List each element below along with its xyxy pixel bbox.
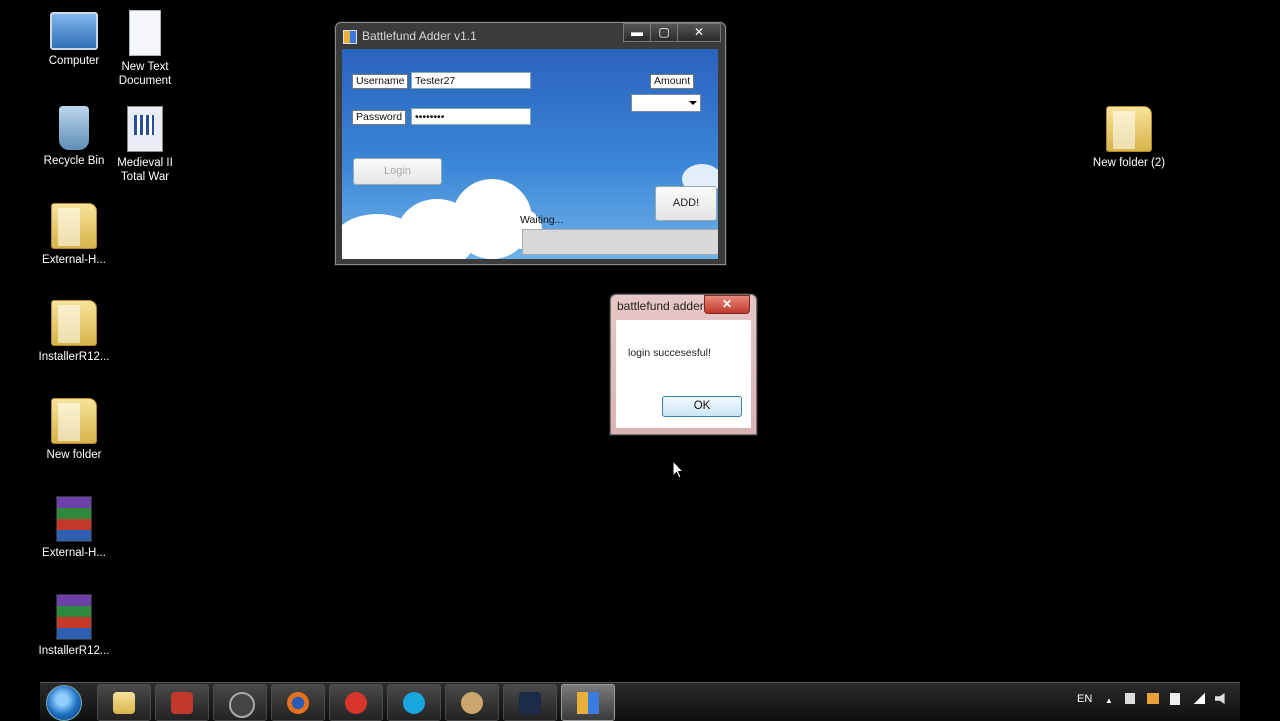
chevron-down-icon [689,101,697,105]
message-box-body: login succesesful! OK [616,320,751,428]
taskbar-ccleaner[interactable] [329,684,383,721]
language-indicator[interactable]: EN [1077,693,1092,705]
desktop-icon-label: Computer [48,55,100,67]
desktop-icon-new-folder-2[interactable]: New folder (2) [1092,106,1166,170]
desktop-icon-label: New Text Document [118,61,172,87]
recycle-bin-icon [59,106,89,150]
folder-icon [51,300,97,346]
volume-icon[interactable] [1215,693,1225,704]
desktop-icon-label: External-H... [42,547,106,559]
folder-icon [51,203,97,249]
mcafee-icon [171,692,193,714]
battlefund-adder-window[interactable]: Battlefund Adder v1.1 ▬ ▢ ✕ Username Tes… [335,22,726,265]
desktop-icon-installer-rar[interactable]: InstallerR12... [37,594,111,658]
taskbar-explorer[interactable] [97,684,151,721]
action-center-flag-icon[interactable] [1125,693,1135,704]
desktop-icon-label: Medieval II Total War [117,157,173,183]
username-field[interactable]: Tester27 [411,72,531,89]
taskbar-firefox[interactable] [271,684,325,721]
ok-button[interactable]: OK [662,396,742,417]
desktop-icon-installer-folder[interactable]: InstallerR12... [37,300,111,364]
message-box-title: battlefund adder [617,299,704,313]
message-box-close-button[interactable]: ✕ [704,295,750,314]
computer-icon [50,12,98,50]
steam-icon [229,692,255,718]
text-document-icon [129,10,161,56]
desktop-icon-label: New folder (2) [1092,157,1166,169]
desktop-icon-medieval-ii[interactable]: Medieval II Total War [108,106,182,184]
folder-icon [1106,106,1152,152]
folder-icon [113,692,135,714]
taskbar-webcam[interactable] [503,684,557,721]
show-hidden-icons-button[interactable]: ▲ [1105,696,1113,705]
desktop-icon-new-text-document[interactable]: New Text Document [108,10,182,88]
skype-icon [403,692,425,714]
maximize-button[interactable]: ▢ [650,23,678,42]
desktop-icon-external-h-rar[interactable]: External-H... [37,496,111,560]
add-button[interactable]: ADD! [655,186,717,221]
taskbar: EN ▲ [40,682,1240,721]
window-client-area: Username Tester27 Password •••••••• Amou… [342,49,718,259]
desktop-icon-recycle-bin[interactable]: Recycle Bin [37,106,111,168]
minimize-button[interactable]: ▬ [623,23,651,42]
taskbar-paint[interactable] [445,684,499,721]
message-box[interactable]: battlefund adder ✕ login succesesful! OK [610,294,757,435]
power-icon[interactable] [1170,693,1180,705]
password-label: Password [352,110,407,125]
message-text: login succesesful! [628,347,711,359]
desktop-icon-label: External-H... [42,254,106,266]
ccleaner-icon [345,692,367,714]
desktop-icon-computer[interactable]: Computer [37,12,111,68]
progress-bar [522,229,718,255]
game-shortcut-icon [127,106,163,152]
amount-label: Amount [650,74,695,89]
status-text: Waiting... [520,214,564,226]
tray-app-icon[interactable] [1147,693,1159,704]
desktop-icon-new-folder[interactable]: New folder [37,398,111,462]
desktop-icon-external-h-folder[interactable]: External-H... [37,203,111,267]
desktop-icon-label: Recycle Bin [43,155,105,167]
firefox-icon [287,692,309,714]
desktop-icon-label: New folder [46,449,102,461]
login-button[interactable]: Login [353,158,442,185]
username-label: Username [352,74,409,89]
amount-dropdown[interactable] [631,94,701,112]
window-title: Battlefund Adder v1.1 [362,29,477,43]
winrar-archive-icon [56,594,92,640]
paint-palette-icon [461,692,483,714]
desktop-icon-label: InstallerR12... [38,351,110,363]
password-field[interactable]: •••••••• [411,108,531,125]
webcam-icon [519,692,541,714]
taskbar-mcafee[interactable] [155,684,209,721]
mouse-cursor-icon [672,460,684,479]
network-signal-icon[interactable] [1193,693,1205,704]
app-icon [577,692,599,714]
taskbar-battlefund-adder[interactable] [561,684,615,721]
app-icon [343,30,357,44]
close-button[interactable]: ✕ [677,23,721,42]
folder-icon [51,398,97,444]
taskbar-steam[interactable] [213,684,267,721]
winrar-archive-icon [56,496,92,542]
start-button[interactable] [46,685,82,721]
desktop-icon-label: InstallerR12... [38,645,110,657]
taskbar-skype[interactable] [387,684,441,721]
